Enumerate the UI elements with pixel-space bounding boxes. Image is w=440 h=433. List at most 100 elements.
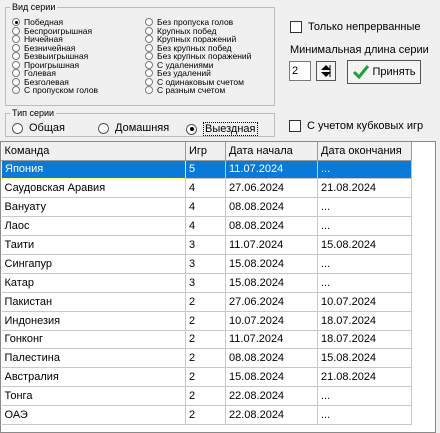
table-row[interactable]: Индонезия 2 10.07.2024 18.07.2024 xyxy=(1,311,412,331)
table-cell: 22.08.2024 xyxy=(225,386,318,407)
table-cell: 08.08.2024 xyxy=(225,216,318,237)
spinner-arrows-icon xyxy=(321,65,331,77)
table-cell: 21.08.2024 xyxy=(317,367,412,388)
radio-icon[interactable] xyxy=(145,35,153,43)
series-type-left-column: Победная Беспроигрышная Ничейная Безничейна… xyxy=(12,18,98,95)
table-cell: 4 xyxy=(185,178,226,199)
radio-icon[interactable] xyxy=(12,18,20,26)
table-cell: 15.08.2024 xyxy=(225,254,318,274)
radio-icon[interactable] xyxy=(12,52,20,60)
table-row[interactable]: Палестина 2 08.08.2024 15.08.2024 xyxy=(1,348,412,369)
min-length-spinner[interactable] xyxy=(316,61,336,81)
series-type-option[interactable]: С разным счетом xyxy=(145,86,251,95)
checkmark-icon xyxy=(352,65,369,79)
match-type-title: Тип серии xyxy=(12,108,55,118)
table-cell: 27.06.2024 xyxy=(225,178,318,199)
table-cell: 11.07.2024 xyxy=(225,235,318,255)
table-row[interactable]: Сингапур 3 15.08.2024... xyxy=(1,254,412,274)
table-cell: 27.06.2024 xyxy=(225,292,318,312)
table-cell: ... xyxy=(317,216,412,237)
table-cell: Тонга xyxy=(1,386,186,407)
checkbox-box[interactable] xyxy=(289,120,301,132)
table-row[interactable]: Лаос 4 08.08.2024... xyxy=(1,216,412,237)
table-row[interactable]: Таити 3 11.07.2024 15.08.2024 xyxy=(1,235,412,255)
radio-icon[interactable] xyxy=(145,26,153,35)
table-cell: 2 xyxy=(185,292,226,312)
match-type-option-label: Домашняя xyxy=(115,122,170,134)
table-cell: 3 xyxy=(185,235,226,255)
table-cell: 08.08.2024 xyxy=(225,197,318,218)
radio-icon[interactable] xyxy=(12,43,20,52)
cup-games-checkbox[interactable]: С учетом кубковых игр xyxy=(289,120,423,132)
table-row[interactable]: Саудовская Аравия 4 27.06.2024 21.08.2024 xyxy=(1,178,412,199)
radio-icon[interactable] xyxy=(12,86,20,94)
column-header[interactable]: Дата начала xyxy=(225,142,318,161)
radio-icon[interactable] xyxy=(186,123,197,135)
radio-icon[interactable] xyxy=(145,60,153,69)
checkbox-box[interactable] xyxy=(290,21,302,33)
continuous-only-checkbox[interactable]: Только непрерванные xyxy=(290,21,421,33)
continuous-only-label: Только непрерванные xyxy=(308,21,421,33)
match-type-option-label: Общая xyxy=(29,122,65,134)
table-row[interactable]: ОАЭ 2 22.08.2024... xyxy=(1,405,412,425)
radio-icon[interactable] xyxy=(145,77,153,86)
table-cell: 15.08.2024 xyxy=(317,348,412,369)
series-type-title: Вид серии xyxy=(12,2,56,12)
radio-icon[interactable] xyxy=(12,35,20,43)
radio-icon[interactable] xyxy=(145,69,153,77)
radio-icon[interactable] xyxy=(12,77,20,86)
table-cell: ... xyxy=(317,273,412,293)
table-cell: 11.07.2024 xyxy=(225,330,318,350)
match-type-option[interactable]: Домашняя xyxy=(98,122,169,134)
apply-button[interactable]: Принять xyxy=(347,60,421,84)
table-cell: Индонезия xyxy=(1,311,186,331)
radio-icon[interactable] xyxy=(145,18,153,26)
table-row[interactable]: Вануату 4 08.08.2024... xyxy=(1,197,412,218)
series-type-right-column: Без пропуска голов Крупных побед Крупных п… xyxy=(145,18,251,95)
table-cell: 4 xyxy=(185,216,226,237)
table-cell: 21.08.2024 xyxy=(317,178,412,199)
table-row[interactable]: Япония 5 11.07.2024... xyxy=(1,159,412,180)
table-cell: ... xyxy=(317,197,412,218)
column-header[interactable]: Игр xyxy=(185,142,226,161)
table-cell: 11.07.2024 xyxy=(225,160,318,180)
radio-icon[interactable] xyxy=(12,122,23,134)
column-header[interactable]: Дата окончания xyxy=(317,142,412,161)
table-cell: 2 xyxy=(185,330,226,350)
series-table[interactable]: Команда Игр Дата начала Дата окончания Япон… xyxy=(0,141,436,433)
min-length-input[interactable]: 2 xyxy=(289,61,311,81)
table-cell: 2 xyxy=(185,348,226,369)
table-cell: 15.08.2024 xyxy=(225,367,318,388)
match-type-option[interactable]: Общая xyxy=(12,122,65,134)
table-cell: 2 xyxy=(185,405,226,425)
table-cell: ... xyxy=(317,386,412,407)
table-header: Команда Игр Дата начала Дата окончания xyxy=(1,142,412,161)
table-cell: Пакистан xyxy=(1,292,186,312)
table-cell: ... xyxy=(317,405,412,425)
radio-icon[interactable] xyxy=(145,52,153,60)
table-cell: 18.07.2024 xyxy=(317,330,412,350)
radio-icon[interactable] xyxy=(12,69,20,77)
radio-icon[interactable] xyxy=(12,60,20,69)
table-cell: 10.07.2024 xyxy=(317,292,412,312)
series-type-option[interactable]: С пропуском голов xyxy=(12,86,98,95)
table-cell: 10.07.2024 xyxy=(225,311,318,331)
radio-icon[interactable] xyxy=(145,86,153,94)
table-row[interactable]: Гонконг 2 11.07.2024 18.07.2024 xyxy=(1,330,412,350)
table-row[interactable]: Австралия 2 15.08.2024 21.08.2024 xyxy=(1,367,412,388)
table-cell: Палестина xyxy=(1,348,186,369)
table-cell: 5 xyxy=(185,160,226,180)
table-row[interactable]: Тонга 2 22.08.2024... xyxy=(1,386,412,407)
table-cell: ... xyxy=(317,160,412,180)
table-row[interactable]: Катар 3 15.08.2024... xyxy=(1,273,412,293)
radio-icon[interactable] xyxy=(12,26,20,35)
column-header[interactable]: Команда xyxy=(1,142,186,161)
table-cell: 2 xyxy=(185,367,226,388)
table-cell: ОАЭ xyxy=(1,405,186,425)
radio-icon[interactable] xyxy=(145,43,153,52)
table-cell: Гонконг xyxy=(1,330,186,350)
radio-icon[interactable] xyxy=(98,122,109,134)
match-type-option[interactable]: Выездная xyxy=(186,122,258,136)
table-row[interactable]: Пакистан 2 27.06.2024 10.07.2024 xyxy=(1,292,412,312)
apply-label: Принять xyxy=(372,66,416,78)
